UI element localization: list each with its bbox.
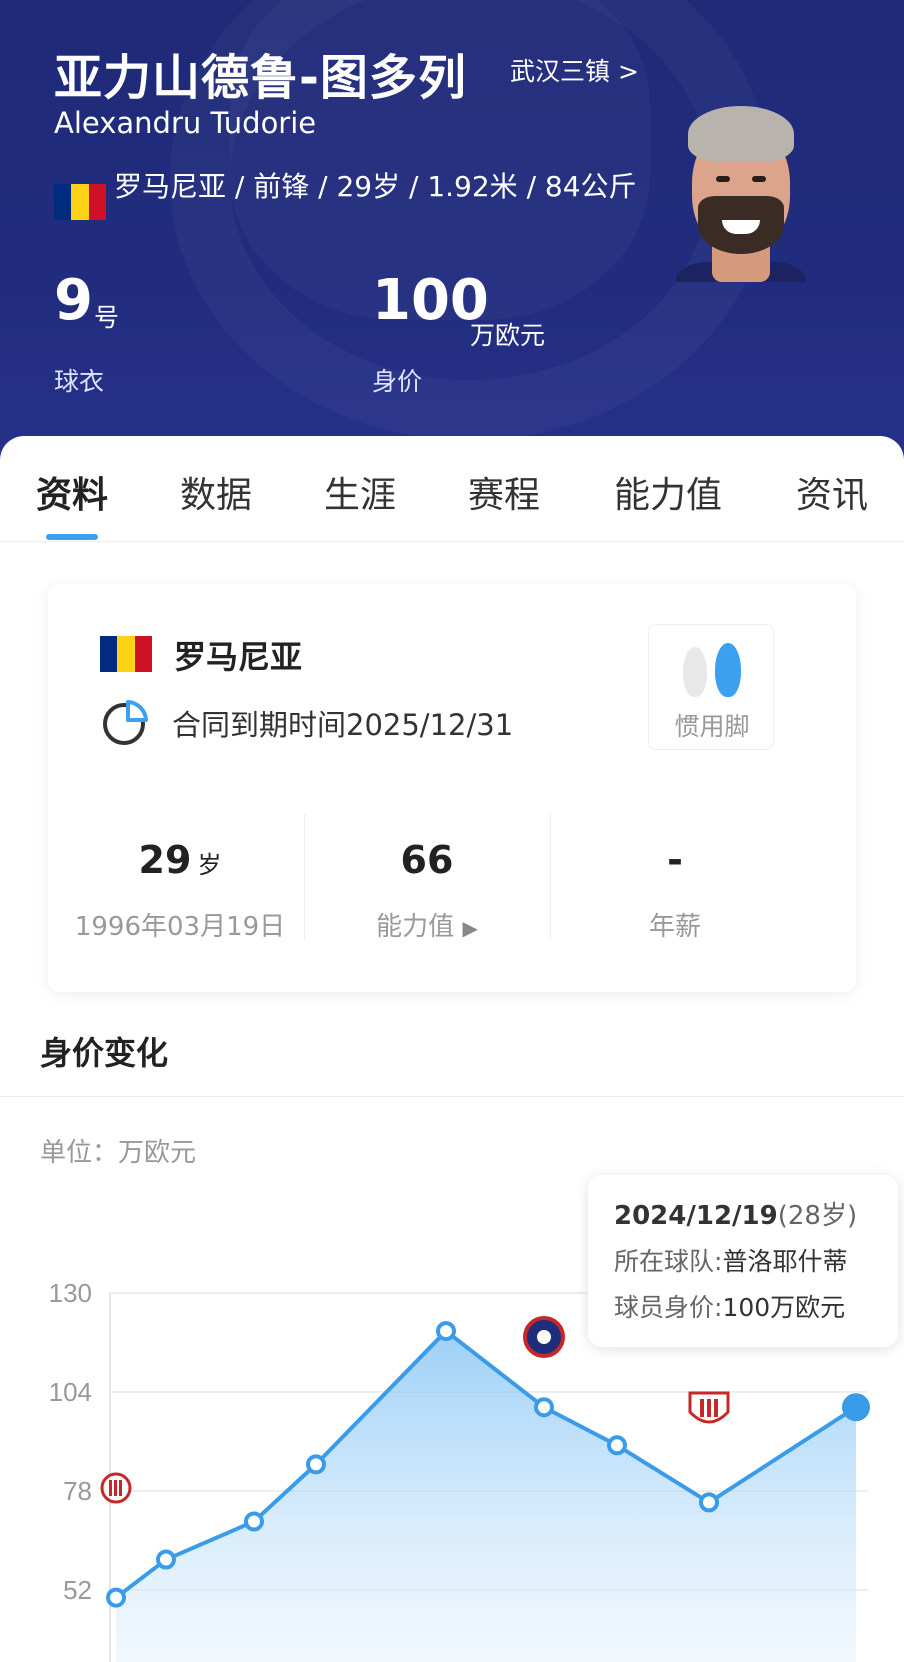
value-tooltip: 2024/12/19(28岁) 所在球队:普洛耶什蒂 球员身价:100万欧元 xyxy=(588,1175,898,1347)
jersey-unit: 号 xyxy=(94,303,120,332)
tooltip-value-label: 球员身价: xyxy=(614,1293,723,1322)
romania-flag-icon xyxy=(54,184,106,220)
y-tick-label: 52 xyxy=(63,1575,92,1605)
value-point[interactable] xyxy=(436,1321,456,1342)
age-cell: 29 岁 xyxy=(48,838,312,882)
value-unit-label: 单位：万欧元 xyxy=(40,1138,197,1168)
value-section-title: 身价变化 xyxy=(40,1034,169,1072)
tab-schedule[interactable]: 赛程 xyxy=(468,466,540,518)
tooltip-age: (28岁) xyxy=(777,1201,858,1231)
team-link[interactable]: 武汉三镇 > xyxy=(510,52,639,88)
tooltip-value-row: 球员身价:100万欧元 xyxy=(614,1288,872,1324)
rating-value: 66 xyxy=(400,838,454,882)
value-point[interactable] xyxy=(106,1587,126,1608)
market-value-unit: 万欧元 xyxy=(470,321,546,350)
player-header: 亚力山德鲁-图多列 武汉三镇 > Alexandru Tudorie 罗马尼亚 … xyxy=(0,0,904,460)
left-foot-icon xyxy=(683,647,707,697)
country-name: 罗马尼亚 xyxy=(174,638,303,676)
tab-news[interactable]: 资讯 xyxy=(796,466,868,518)
rating-label: 能力值 xyxy=(376,912,455,942)
info-card: 罗马尼亚 合同到期时间2025/12/31 惯用脚 29 岁 1996年03月19… xyxy=(48,584,856,992)
y-tick-label: 130 xyxy=(49,1278,92,1308)
player-photo xyxy=(676,102,806,282)
player-bio: 罗马尼亚 / 前锋 / 29岁 / 1.92米 / 84公斤 xyxy=(114,170,637,203)
tooltip-team-label: 所在球队: xyxy=(614,1247,723,1276)
play-arrow-icon: ▶ xyxy=(462,916,478,940)
club-crest-icon xyxy=(100,1472,132,1504)
tooltip-team: 普洛耶什蒂 xyxy=(722,1247,848,1276)
club-crest-icon xyxy=(688,1391,730,1424)
age-unit: 岁 xyxy=(197,851,222,879)
player-name-en: Alexandru Tudorie xyxy=(54,106,317,140)
player-name-cn: 亚力山德鲁-图多列 xyxy=(54,50,467,106)
value-point[interactable] xyxy=(244,1511,264,1532)
market-value-label: 身价 xyxy=(372,367,423,396)
right-foot-icon xyxy=(715,643,741,697)
salary-label: 年薪 xyxy=(648,912,701,942)
salary-value: - xyxy=(667,838,683,882)
tab-profile[interactable]: 资料 xyxy=(36,466,108,518)
birthdate: 1996年03月19日 xyxy=(74,912,286,942)
preferred-foot-label: 惯用脚 xyxy=(674,712,750,741)
tooltip-value: 100万欧元 xyxy=(722,1293,846,1322)
value-point[interactable] xyxy=(699,1492,719,1513)
value-point[interactable] xyxy=(534,1397,554,1418)
tab-bar: 资料 数据 生涯 赛程 能力值 资讯 xyxy=(0,436,904,542)
value-area xyxy=(116,1331,856,1662)
tooltip-team-row: 所在球队:普洛耶什蒂 xyxy=(614,1242,872,1278)
rating-link[interactable]: 能力值 ▶ xyxy=(304,906,550,943)
y-tick-label: 104 xyxy=(49,1377,92,1407)
club-crest-icon xyxy=(523,1316,565,1358)
contract-expiry: 合同到期时间2025/12/31 xyxy=(172,708,514,742)
jersey-number: 9 xyxy=(54,268,93,333)
romania-flag-icon xyxy=(100,636,152,672)
value-point[interactable] xyxy=(842,1393,870,1422)
tab-ability[interactable]: 能力值 xyxy=(614,466,722,518)
age-value: 29 xyxy=(138,838,192,882)
active-tab-indicator xyxy=(46,534,98,540)
section-divider xyxy=(0,1096,904,1097)
preferred-foot-box[interactable]: 惯用脚 xyxy=(648,624,774,750)
jersey-label: 球衣 xyxy=(54,367,105,396)
value-point[interactable] xyxy=(306,1454,326,1475)
tab-career[interactable]: 生涯 xyxy=(324,466,396,518)
contract-clock-icon xyxy=(103,700,148,745)
y-tick-label: 78 xyxy=(63,1476,92,1506)
tooltip-date-value: 2024/12/19 xyxy=(614,1201,778,1231)
value-point[interactable] xyxy=(156,1549,176,1570)
tooltip-date: 2024/12/19(28岁) xyxy=(614,1195,872,1232)
tab-stats[interactable]: 数据 xyxy=(180,466,252,518)
value-point[interactable] xyxy=(607,1435,627,1456)
